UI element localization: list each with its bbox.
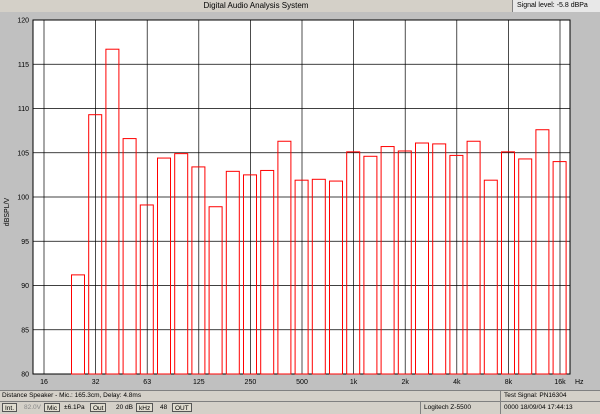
pa-readout: ±6.1Pa	[64, 404, 85, 411]
int-button[interactable]: Int.	[2, 403, 18, 412]
distance-readout: Distance Speaker - Mic.: 165.3cm, Delay:…	[2, 392, 142, 399]
y-tick-label: 95	[21, 239, 29, 246]
test-signal-readout: Test Signal: PN16304	[500, 391, 598, 401]
signal-level: Signal level: -5.8 dBPa	[512, 0, 600, 12]
status-bar-top: Distance Speaker - Mic.: 165.3cm, Delay:…	[0, 390, 600, 401]
y-tick-label: 90	[21, 283, 29, 290]
level-readout: 82.0V	[24, 404, 41, 411]
x-tick-label: 2k	[401, 379, 409, 386]
gain-readout: 20 dB	[116, 404, 133, 411]
x-tick-label: 8k	[505, 379, 513, 386]
x-tick-label: 4k	[453, 379, 461, 386]
x-tick-label: 125	[193, 379, 205, 386]
y-axis-label: dBSPL/V	[4, 197, 11, 226]
date-readout: 0000 18/09/04 17:44:13	[500, 402, 600, 414]
x-tick-label: 16	[40, 379, 48, 386]
y-tick-label: 115	[18, 62, 29, 69]
mic-button[interactable]: Mic	[44, 403, 61, 412]
x-tick-label: 63	[143, 379, 151, 386]
x-axis-label: Hz	[575, 379, 584, 386]
y-tick-label: 100	[17, 195, 29, 202]
y-tick-label: 110	[18, 106, 29, 113]
frequency-chart: 12011511010510095908580 16 32 63 125 250 500 1…	[4, 18, 584, 387]
y-tick-label: 85	[21, 327, 29, 334]
khz-button[interactable]: kHz	[136, 403, 154, 412]
x-tick-label: 1k	[350, 379, 358, 386]
plot-area: 120 115 110 105 100 95 90 85 80 16 32 63 125 250 500 1…	[0, 12, 600, 390]
y-tick-label: 120	[17, 18, 29, 25]
x-tick-labels: 16 32 63 125 250 500 1k 2k 4k 8k 16k	[40, 379, 566, 386]
window-title: Digital Audio Analysis System	[203, 1, 309, 10]
x-tick-label: 16k	[554, 379, 566, 386]
device-readout: Logitech Z-5500	[420, 402, 500, 414]
out2-button[interactable]: OUT	[172, 403, 192, 412]
x-tick-label: 32	[92, 379, 100, 386]
x-tick-label: 250	[245, 379, 257, 386]
y-tick-labels: 120 115 110 105 100 95 90 85 80	[17, 18, 29, 379]
status-bar-bottom: Int. 82.0V Mic ±6.1Pa Out 20 dB kHz 48 O…	[0, 401, 600, 414]
out-button[interactable]: Out	[90, 403, 107, 412]
y-tick-label: 80	[21, 372, 29, 379]
val48-readout: 48	[160, 404, 168, 411]
x-tick-label: 500	[296, 379, 308, 386]
y-tick-label: 105	[17, 150, 29, 157]
